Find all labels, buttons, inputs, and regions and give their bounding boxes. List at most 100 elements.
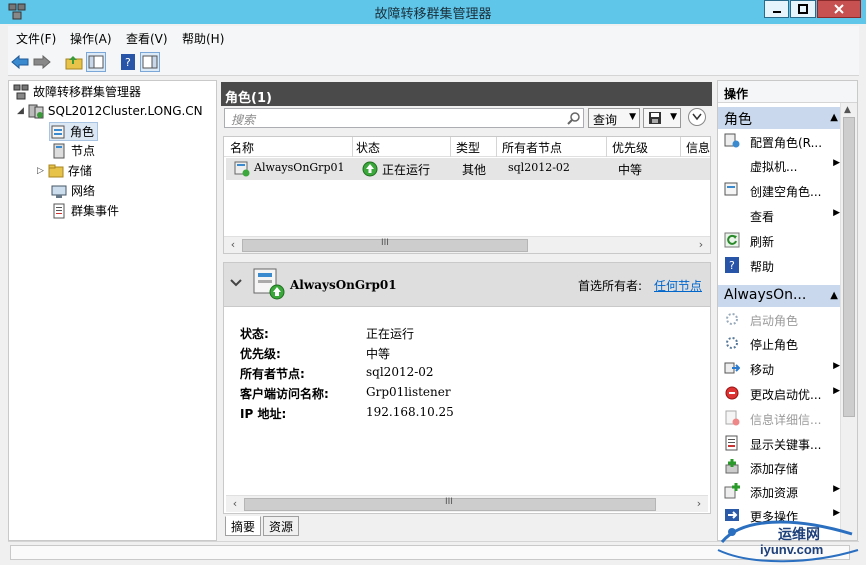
help-icon: ? xyxy=(121,54,135,70)
menu-file[interactable]: 文件(F) xyxy=(16,30,56,47)
column-header-owner-node[interactable]: 所有者节点 xyxy=(502,139,562,156)
save-icon xyxy=(649,112,661,124)
action-info-details[interactable]: 信息详细信... xyxy=(718,406,842,430)
menu-action[interactable]: 操作(A) xyxy=(70,30,112,47)
field-value: 192.168.10.25 xyxy=(366,405,454,419)
priority-icon xyxy=(725,386,739,400)
tree-item-label: 网络 xyxy=(71,184,96,198)
action-add-resource[interactable]: 添加资源 ▶ xyxy=(718,479,842,503)
scroll-left-icon[interactable]: ‹ xyxy=(226,239,240,251)
column-header-info[interactable]: 信息 xyxy=(686,139,710,156)
scrollbar-thumb[interactable]: III xyxy=(242,238,528,252)
detail-horizontal-scrollbar[interactable]: ‹ III › xyxy=(226,495,708,512)
column-separator[interactable] xyxy=(450,137,451,157)
action-help[interactable]: ? 帮助 xyxy=(718,253,842,277)
forward-button[interactable] xyxy=(32,52,52,72)
table-row[interactable]: AlwaysOnGrp01 正在运行 其他 sql2012-02 中等 xyxy=(226,158,710,180)
tab-summary[interactable]: 摘要 xyxy=(225,516,262,536)
action-configure-role[interactable]: 配置角色(R... xyxy=(718,129,842,153)
scroll-right-icon[interactable]: › xyxy=(692,498,706,510)
running-status-icon xyxy=(362,161,378,177)
save-query-button[interactable]: ▼ xyxy=(643,108,681,128)
action-show-critical-events[interactable]: 显示关键事... xyxy=(718,431,842,455)
detail-role-name: AlwaysOnGrp01 xyxy=(290,278,397,292)
collapse-toggle-button[interactable] xyxy=(688,108,706,126)
scrollbar-thumb[interactable]: III xyxy=(244,497,656,511)
tree-item-nodes[interactable]: 节点 xyxy=(51,142,95,159)
create-empty-role-icon xyxy=(724,182,738,196)
chevron-down-icon xyxy=(692,113,702,121)
roles-grid: 名称 状态 类型 所有者节点 优先级 信息 AlwaysOnGrp01 正在运行… xyxy=(223,136,711,254)
dropdown-icon: ▼ xyxy=(670,112,677,122)
collapse-up-icon: ▲ xyxy=(830,290,838,301)
scroll-left-icon[interactable]: ‹ xyxy=(228,498,242,510)
action-start-role[interactable]: 启动角色 xyxy=(718,307,842,331)
actions-group-roles[interactable]: 角色 ▲ xyxy=(718,107,842,129)
column-header-type[interactable]: 类型 xyxy=(456,139,480,156)
tree-cluster[interactable]: ◢ SQL2012Cluster.LONG.CN xyxy=(17,103,203,119)
minimize-button[interactable] xyxy=(764,0,789,18)
tree-item-roles[interactable]: 角色 xyxy=(49,122,99,141)
column-separator[interactable] xyxy=(680,137,681,157)
menu-bar: 文件(F) 操作(A) 查看(V) 帮助(H) xyxy=(8,26,859,48)
tree-item-networks[interactable]: 网络 xyxy=(51,182,95,199)
actions-pane: 操作 角色 ▲ 配置角色(R... 虚拟机... ▶ 创建空角色... 查看 ▶… xyxy=(717,80,858,541)
preferred-owner-link[interactable]: 任何节点 xyxy=(654,277,702,294)
column-header-priority[interactable]: 优先级 xyxy=(612,139,648,156)
up-folder-button[interactable] xyxy=(64,52,84,72)
search-input[interactable]: 搜索 xyxy=(224,108,584,128)
show-hide-tree-button[interactable] xyxy=(86,52,106,72)
action-view[interactable]: 查看 ▶ xyxy=(718,203,842,227)
submenu-arrow-icon: ▶ xyxy=(833,484,840,494)
query-button[interactable]: 查询 ▼ xyxy=(588,108,640,128)
actions-vertical-scrollbar[interactable]: ▲ xyxy=(840,103,857,540)
menu-help[interactable]: 帮助(H) xyxy=(182,30,224,47)
tree-root[interactable]: 故障转移群集管理器 xyxy=(13,83,141,100)
column-header-status[interactable]: 状态 xyxy=(356,139,380,156)
nodes-icon xyxy=(53,143,65,158)
minimize-icon xyxy=(772,11,781,13)
maximize-button[interactable] xyxy=(790,0,816,18)
column-separator[interactable] xyxy=(606,137,607,157)
preferred-owner-label: 首选所有者: xyxy=(578,279,643,293)
cell-name: AlwaysOnGrp01 xyxy=(254,161,345,174)
action-refresh[interactable]: 刷新 xyxy=(718,228,842,252)
action-stop-role[interactable]: 停止角色 xyxy=(718,331,842,355)
watermark-logo: 运维网 iyunv.com xyxy=(708,520,866,565)
action-move[interactable]: 移动 ▶ xyxy=(718,356,842,380)
scroll-right-icon[interactable]: › xyxy=(694,239,708,251)
actions-group-alwayson[interactable]: AlwaysOn... ▲ xyxy=(718,285,842,307)
close-button[interactable] xyxy=(817,0,861,18)
search-icon[interactable] xyxy=(567,111,581,125)
critical-events-icon xyxy=(725,435,738,451)
column-separator[interactable] xyxy=(352,137,353,157)
tree-item-cluster-events[interactable]: 群集事件 xyxy=(51,202,119,219)
roles-icon xyxy=(51,125,65,138)
horizontal-scrollbar[interactable]: ‹ III › xyxy=(224,236,710,253)
tree-item-label: 存储 xyxy=(67,164,92,178)
cell-priority: 中等 xyxy=(618,163,643,177)
submenu-arrow-icon: ▶ xyxy=(833,386,840,396)
show-hide-action-pane-button[interactable] xyxy=(140,52,160,72)
action-virtual-machines[interactable]: 虚拟机... ▶ xyxy=(718,153,842,177)
menu-view[interactable]: 查看(V) xyxy=(126,30,168,47)
action-create-empty-role[interactable]: 创建空角色... xyxy=(718,178,842,202)
tab-resources[interactable]: 资源 xyxy=(263,516,300,536)
watermark-url: iyunv.com xyxy=(760,542,824,557)
refresh-icon xyxy=(724,232,740,248)
back-button[interactable] xyxy=(10,52,30,72)
maximize-icon xyxy=(798,4,808,14)
column-header-name[interactable]: 名称 xyxy=(230,139,254,156)
scroll-up-icon[interactable]: ▲ xyxy=(844,105,851,115)
action-change-startup-priority[interactable]: 更改启动优... ▶ xyxy=(718,381,842,405)
action-add-storage[interactable]: 添加存储 xyxy=(718,455,842,479)
title-bar[interactable]: 故障转移群集管理器 xyxy=(0,0,866,24)
collapse-chevron-icon[interactable] xyxy=(230,279,242,287)
submenu-arrow-icon: ▶ xyxy=(833,361,840,371)
field-label: 所有者节点: xyxy=(240,367,305,381)
help-button[interactable]: ? xyxy=(118,52,138,72)
tree-item-storage[interactable]: ▷ 存储 xyxy=(37,162,92,179)
add-storage-icon xyxy=(725,459,739,474)
scrollbar-thumb[interactable] xyxy=(843,117,855,417)
column-separator[interactable] xyxy=(496,137,497,157)
